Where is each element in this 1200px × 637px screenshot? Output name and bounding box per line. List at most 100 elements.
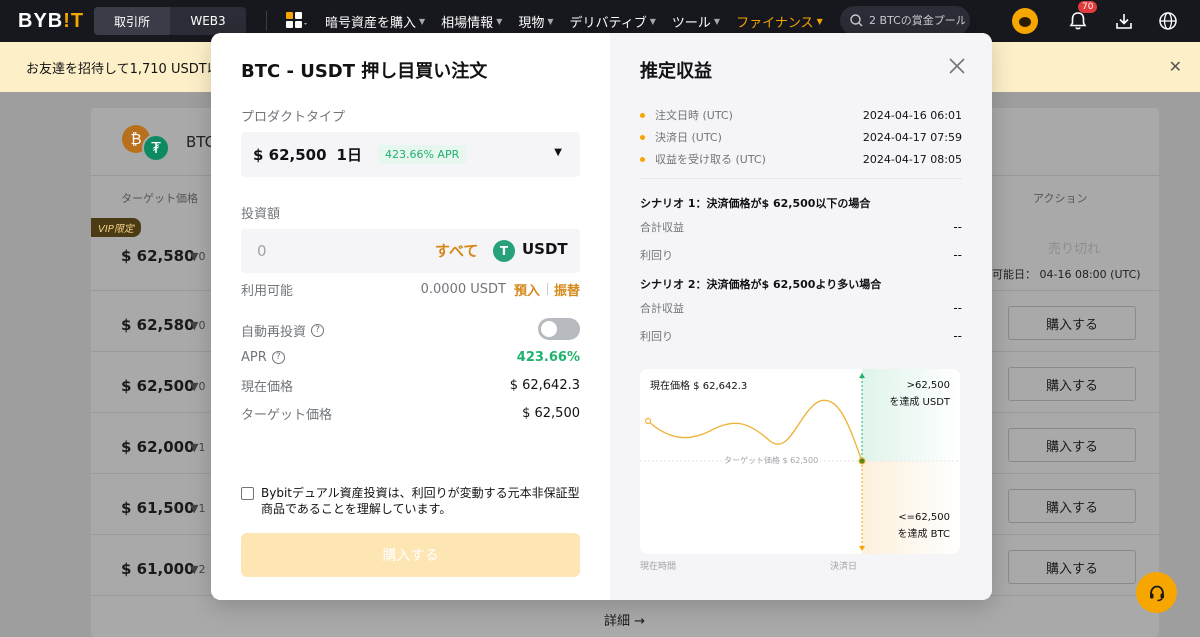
available-amount: 0.0000 USDT bbox=[420, 281, 506, 297]
search-box[interactable] bbox=[840, 6, 970, 35]
buy-button[interactable]: 購入する bbox=[1008, 428, 1136, 462]
tab-web3[interactable]: WEB3 bbox=[170, 7, 246, 35]
banner-text: お友達を招待して1,710 USDT以上 bbox=[26, 61, 233, 77]
payoff-illustration: 現在価格 $ 62,642.3 ターゲット価格 $ 62,500 >62,500… bbox=[640, 369, 960, 554]
product-type-select[interactable]: $ 62,500 1日 423.66% APR ▼ bbox=[241, 132, 580, 177]
nav-divider bbox=[266, 11, 267, 31]
platform-switch: 取引所 WEB3 bbox=[94, 7, 246, 35]
buy-button[interactable]: 購入する bbox=[1008, 306, 1136, 340]
scenario-1-total: 合計収益 -- bbox=[640, 220, 962, 234]
timeline-dot bbox=[640, 156, 645, 162]
price-path bbox=[647, 399, 863, 462]
scenario-1-yield: 利回り -- bbox=[640, 248, 962, 262]
buy-dip-modal: BTC - USDT 押し目買い注文 プロダクトタイプ $ 62,500 1日 … bbox=[211, 33, 992, 600]
auto-reinvest-row: 自動再投資? bbox=[241, 318, 580, 340]
apr-row: APR? 423.66% bbox=[241, 347, 580, 367]
scenario-2-total: 合計収益 -- bbox=[640, 301, 962, 315]
buy-button[interactable]: 購入する bbox=[1008, 367, 1136, 401]
product-type-label: プロダクトタイプ bbox=[241, 110, 346, 125]
row-price: $ 61,000 bbox=[121, 560, 195, 578]
apps-grid-icon[interactable] bbox=[285, 11, 309, 31]
apr-badge: 423.66% APR bbox=[377, 145, 467, 164]
row-price: $ 62,580 bbox=[121, 316, 195, 334]
below-target-label: <=62,500 を達成 BTC bbox=[897, 512, 950, 540]
above-target-label: >62,500 を達成 USDT bbox=[889, 380, 950, 408]
chart-target-price: ターゲット価格 $ 62,500 bbox=[724, 455, 819, 466]
download-button[interactable] bbox=[1112, 9, 1136, 33]
deposit-link[interactable]: 預入 bbox=[514, 280, 540, 299]
target-price-value: $ 62,500 bbox=[522, 405, 580, 421]
buy-button[interactable]: 購入する bbox=[1008, 489, 1136, 523]
divider bbox=[640, 178, 962, 179]
apr-value: 423.66% bbox=[516, 349, 580, 365]
support-button[interactable] bbox=[1136, 572, 1177, 613]
available-date: 可能日： 04-16 08:00 (UTC) bbox=[992, 268, 1141, 281]
detail-link[interactable]: 詳細 → bbox=[604, 610, 645, 629]
row-price: $ 62,500 bbox=[121, 377, 195, 395]
scenario-2-yield: 利回り -- bbox=[640, 329, 962, 343]
order-panel: BTC - USDT 押し目買い注文 プロダクトタイプ $ 62,500 1日 … bbox=[211, 33, 610, 600]
nav-spot[interactable]: 現物 ▼ bbox=[518, 12, 553, 31]
avatar[interactable] bbox=[1012, 8, 1038, 34]
investment-label: 投資額 bbox=[241, 207, 281, 222]
help-icon[interactable]: ? bbox=[271, 350, 285, 364]
search-input[interactable] bbox=[869, 14, 965, 27]
product-price: $ 62,500 bbox=[253, 145, 327, 164]
headset-icon bbox=[1149, 585, 1164, 601]
current-price-row: 現在価格 $ 62,642.3 bbox=[241, 375, 580, 395]
available-row: 利用可能 0.0000 USDT 預入 振替 bbox=[241, 279, 580, 299]
agreement-checkbox[interactable] bbox=[241, 487, 254, 500]
timeline-receive-time: 収益を受け取る (UTC) 2024-04-17 08:05 bbox=[640, 150, 962, 168]
nav-links: 暗号資産を購入 ▼ 相場情報 ▼ 現物 ▼ デリバティブ ▼ ツール ▼ ファイナンス ▼ bbox=[325, 12, 839, 31]
nav-markets[interactable]: 相場情報 ▼ bbox=[441, 12, 502, 31]
available-value: 0.0000 USDT 預入 振替 bbox=[421, 280, 580, 299]
row-change: ▼1 bbox=[190, 441, 206, 454]
max-all-button[interactable]: すべて bbox=[435, 240, 478, 261]
auto-reinvest-label: 自動再投資 bbox=[241, 324, 307, 340]
nav-tools[interactable]: ツール ▼ bbox=[672, 12, 720, 31]
bybit-logo[interactable]: BYB!T bbox=[18, 10, 83, 33]
investment-input[interactable] bbox=[257, 242, 417, 260]
usdt-coin-icon: ₮ bbox=[142, 134, 170, 162]
bell-icon bbox=[1069, 12, 1087, 30]
close-button[interactable] bbox=[946, 55, 968, 77]
chart-x-end: 決済日 bbox=[830, 562, 858, 572]
investment-field: すべて T USDT bbox=[241, 229, 580, 273]
row-price: $ 61,500 bbox=[121, 499, 195, 517]
col-target-price[interactable]: ターゲット価格 ↕ bbox=[121, 190, 218, 206]
row-change: ▼2 bbox=[190, 563, 206, 576]
usdt-coin-icon: T bbox=[493, 240, 515, 262]
nav-finance[interactable]: ファイナンス ▼ bbox=[736, 12, 823, 31]
buy-button[interactable]: 購入する bbox=[241, 533, 580, 577]
close-icon[interactable]: ✕ bbox=[1169, 57, 1182, 76]
current-price-value: $ 62,642.3 bbox=[509, 377, 580, 393]
start-point bbox=[644, 417, 652, 425]
row-change: ▼0 bbox=[190, 319, 206, 332]
nav-derivatives[interactable]: デリバティブ ▼ bbox=[570, 12, 656, 31]
row-change: ▼0 bbox=[190, 250, 206, 263]
tab-exchange[interactable]: 取引所 bbox=[94, 7, 170, 35]
notification-badge: 70 bbox=[1078, 1, 1098, 13]
language-button[interactable] bbox=[1156, 9, 1180, 33]
nav-buy-crypto[interactable]: 暗号資産を購入 ▼ bbox=[325, 12, 425, 31]
scenario-1-title: シナリオ 1：決済価格が$ 62,500以下の場合 bbox=[640, 197, 871, 210]
auto-reinvest-toggle[interactable] bbox=[538, 318, 580, 340]
currency-label: USDT bbox=[522, 240, 568, 258]
agreement-text: Bybitデュアル資産投資は、利回りが変動する元本非保証型商品であることを理解し… bbox=[261, 486, 580, 516]
chart-current-price: 現在価格 $ 62,642.3 bbox=[650, 377, 748, 392]
modal-title: BTC - USDT 押し目買い注文 bbox=[241, 61, 488, 82]
available-label: 利用可能 bbox=[241, 283, 294, 299]
transfer-link[interactable]: 振替 bbox=[554, 280, 580, 299]
search-icon bbox=[850, 14, 863, 27]
current-price-label: 現在価格 bbox=[241, 379, 294, 395]
help-icon[interactable]: ? bbox=[311, 323, 325, 337]
globe-icon bbox=[1159, 12, 1177, 30]
chart-x-start: 現在時間 bbox=[640, 562, 677, 572]
estimate-panel: 推定収益 注文日時 (UTC) 2024-04-16 06:01 決済日 (UT… bbox=[610, 33, 992, 600]
notification-bell[interactable]: 70 bbox=[1066, 1, 1098, 33]
buy-button[interactable]: 購入する bbox=[1008, 550, 1136, 584]
timeline-order-time: 注文日時 (UTC) 2024-04-16 06:01 bbox=[640, 106, 962, 124]
scenario-2-title: シナリオ 2：決済価格が$ 62,500より多い場合 bbox=[640, 278, 882, 291]
chevron-down-icon: ▼ bbox=[554, 147, 562, 158]
timeline-settlement-date: 決済日 (UTC) 2024-04-17 07:59 bbox=[640, 128, 962, 146]
